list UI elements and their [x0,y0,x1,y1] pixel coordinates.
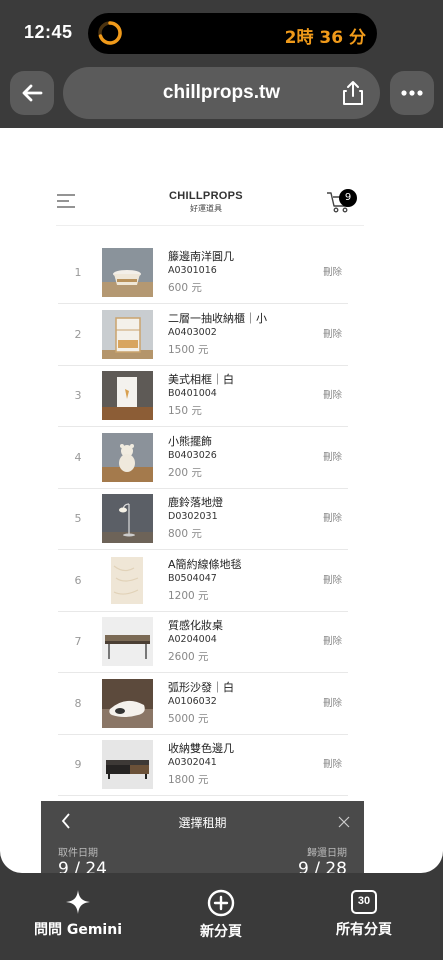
item-index: 4 [74,450,82,464]
product-code: A0106032 [168,695,217,707]
product-thumbnail[interactable] [102,371,153,420]
product-name[interactable]: 籐邊南洋圓几 [168,248,234,264]
item-index: 1 [74,266,82,279]
delete-button[interactable]: 刪除 [323,427,342,488]
product-price: 600 元 [168,282,202,294]
product-price: 200 元 [168,466,202,479]
web-page: CHILLPROPS 好運道具 9 1 籐邊南洋圓几 A0301016 600 元刪除… [0,128,443,873]
cart-item-row: 7 質感化妝桌 A0204004 2600 元 刪除 [58,611,348,673]
product-thumbnail[interactable] [102,432,153,482]
site-logo[interactable]: CHILLPROPS 好運道具 [160,190,252,214]
product-code: A0301016 [168,265,217,276]
browser-bottom-toolbar: 問問 Gemini 新分頁 30 所有分頁 [0,873,443,960]
address-bar[interactable]: chillprops.tw [63,67,380,119]
product-thumbnail[interactable] [102,678,153,728]
item-index: 3 [74,389,82,402]
item-index: 9 [74,758,82,771]
product-thumbnail[interactable] [102,740,153,789]
sparkle-icon [66,890,90,914]
timer-text: 2時 36 分 [284,28,366,48]
rental-period-panel: 選擇租期 取件日期 歸還日期 9 / 24 9 / 28 [41,801,364,873]
product-name[interactable]: 鹿鈴落地燈 [168,494,223,510]
product-price: 800 元 [168,528,202,540]
more-menu-button[interactable] [390,71,434,115]
product-code: B0504047 [168,572,217,584]
cart-item-row: 9 收納雙色邊几 A0302041 1800 元 刪除 [58,734,348,796]
cart-item-row: 4 小熊擺飾 B0403026 200 元 刪除 [58,427,348,489]
all-tabs-button[interactable]: 30 所有分頁 [309,889,419,939]
cart-item-row: 5 鹿鈴落地燈 D0302031 800 元 刪除 [58,488,348,550]
product-price: 1500 元 [168,343,209,356]
hamburger-menu-icon[interactable] [56,194,76,208]
product-name[interactable]: 小熊擺飾 [168,433,212,449]
item-index: 5 [74,512,82,525]
new-tab-button[interactable]: 新分頁 [166,889,276,941]
item-index: 7 [74,635,82,648]
delete-button[interactable]: 刪除 [323,734,342,795]
product-price: 5000 元 [168,712,209,725]
status-time: 12:45 [24,22,73,42]
brand-name: CHILLPROPS [169,190,243,202]
brand-subtitle: 好運道具 [190,204,222,213]
product-code: B0401004 [168,388,217,399]
product-code: A0403002 [168,326,217,338]
close-icon[interactable] [338,816,350,828]
product-name[interactable]: 美式相框｜白 [168,371,234,387]
ask-gemini-button[interactable]: 問問 Gemini [23,889,133,939]
cart-item-row: 1 籐邊南洋圓几 A0301016 600 元 刪除 [58,242,348,304]
return-date-value[interactable]: 9 / 28 [298,859,347,873]
product-price: 2600 元 [168,651,209,663]
cart-item-row: 3 美式相框｜白 B0401004 150 元 刪除 [58,365,348,427]
product-price: 1200 元 [168,589,209,602]
delete-button[interactable]: 刪除 [323,304,342,365]
pickup-date-label: 取件日期 [58,848,98,859]
product-thumbnail[interactable] [102,309,153,359]
delete-button[interactable]: 刪除 [323,611,342,672]
back-button[interactable] [10,71,54,115]
product-price: 1800 元 [168,774,209,786]
product-price: 150 元 [168,405,202,417]
all-tabs-label: 所有分頁 [336,922,392,938]
product-name[interactable]: 質感化妝桌 [168,617,223,633]
header-divider [56,225,364,226]
product-code: A0204004 [168,634,217,645]
plus-circle-icon [207,889,235,917]
cart-count-badge: 9 [339,189,357,207]
delete-button[interactable]: 刪除 [323,673,342,734]
item-index: 6 [74,573,82,587]
rental-panel-title: 選擇租期 [178,816,227,830]
product-thumbnail[interactable] [102,248,153,297]
delete-button[interactable]: 刪除 [323,242,342,303]
url-text: chillprops.tw [162,82,281,103]
pickup-date-value[interactable]: 9 / 24 [58,859,107,873]
product-name[interactable]: 弧形沙發｜白 [168,679,234,695]
product-thumbnail[interactable] [102,494,153,543]
ask-gemini-label: 問問 Gemini [33,922,122,938]
product-name[interactable]: 收納雙色邊几 [168,740,234,756]
ellipsis-icon [401,90,423,96]
product-thumbnail[interactable] [102,617,153,666]
product-name[interactable]: A簡約線條地毯 [168,556,242,572]
cart-item-row: 8 弧形沙發｜白 A0106032 5000 元 刪除 [58,673,348,735]
new-tab-label: 新分頁 [200,924,242,940]
item-index: 8 [74,696,82,710]
delete-button[interactable]: 刪除 [323,365,342,426]
item-index: 2 [74,327,82,341]
product-code: A0302041 [168,757,217,768]
delete-button[interactable]: 刪除 [323,550,342,611]
cart-item-row: 2 二層一抽收納櫃｜小 A0403002 1500 元 刪除 [58,304,348,366]
tab-count-icon: 30 [351,890,377,914]
delete-button[interactable]: 刪除 [323,488,342,549]
product-code: B0403026 [168,449,217,461]
product-name[interactable]: 二層一抽收納櫃｜小 [168,310,267,326]
dynamic-island[interactable]: 2時 36 分 [88,13,377,54]
return-date-label: 歸還日期 [307,848,347,859]
share-icon[interactable] [341,80,365,106]
cart-item-row: 6 A簡約線條地毯 B0504047 1200 元 刪除 [58,550,348,612]
product-code: D0302031 [168,511,218,522]
arrow-left-icon [22,84,43,102]
product-thumbnail[interactable] [102,555,153,605]
timer-icon [98,21,122,45]
